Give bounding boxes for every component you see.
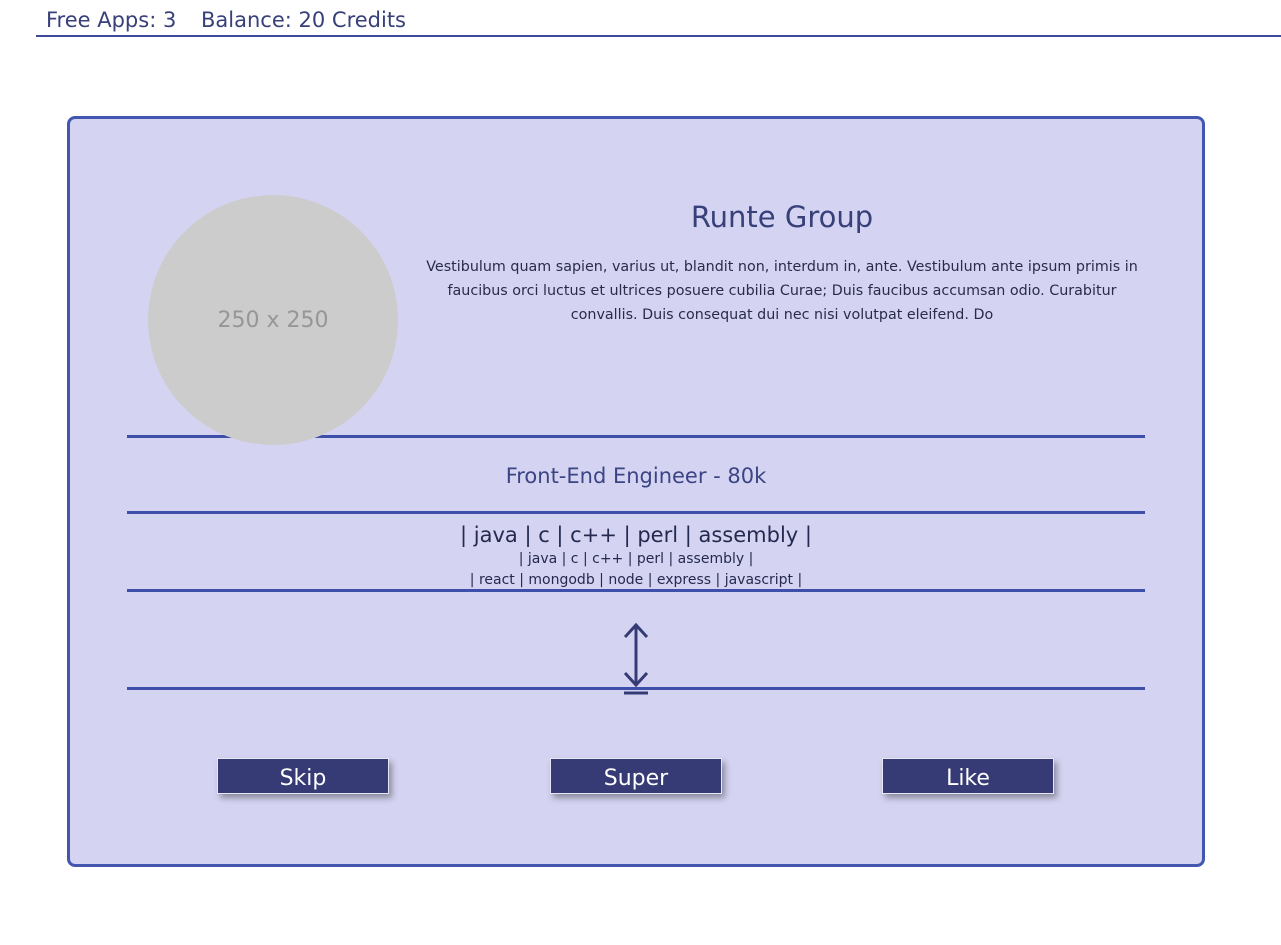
vertical-expand-arrow-icon[interactable] — [621, 621, 651, 697]
free-apps-count: Free Apps: 3 — [46, 8, 177, 32]
skills-primary: | java | c | c++ | perl | assembly | — [460, 523, 812, 547]
divider — [127, 589, 1145, 592]
company-card: 250 x 250 Runte Group Vestibulum quam sa… — [67, 116, 1205, 867]
company-logo-placeholder: 250 x 250 — [148, 195, 398, 445]
company-name: Runte Group — [690, 200, 874, 234]
skills-secondary: | java | c | c++ | perl | assembly | — [518, 551, 754, 567]
company-description: Vestibulum quam sapien, varius ut, bland… — [426, 259, 1138, 323]
divider — [127, 511, 1145, 514]
divider — [127, 687, 1145, 690]
super-button[interactable]: Super — [550, 758, 722, 794]
like-button[interactable]: Like — [882, 758, 1054, 794]
skip-button[interactable]: Skip — [217, 758, 389, 794]
logo-placeholder-text: 250 x 250 — [217, 307, 329, 333]
skills-tertiary: | react | mongodb | node | express | jav… — [469, 572, 803, 588]
job-title: Front-End Engineer - 80k — [505, 464, 767, 488]
credit-balance: Balance: 20 Credits — [201, 8, 406, 32]
top-status-bar: Free Apps: 3 Balance: 20 Credits — [36, 0, 1281, 37]
